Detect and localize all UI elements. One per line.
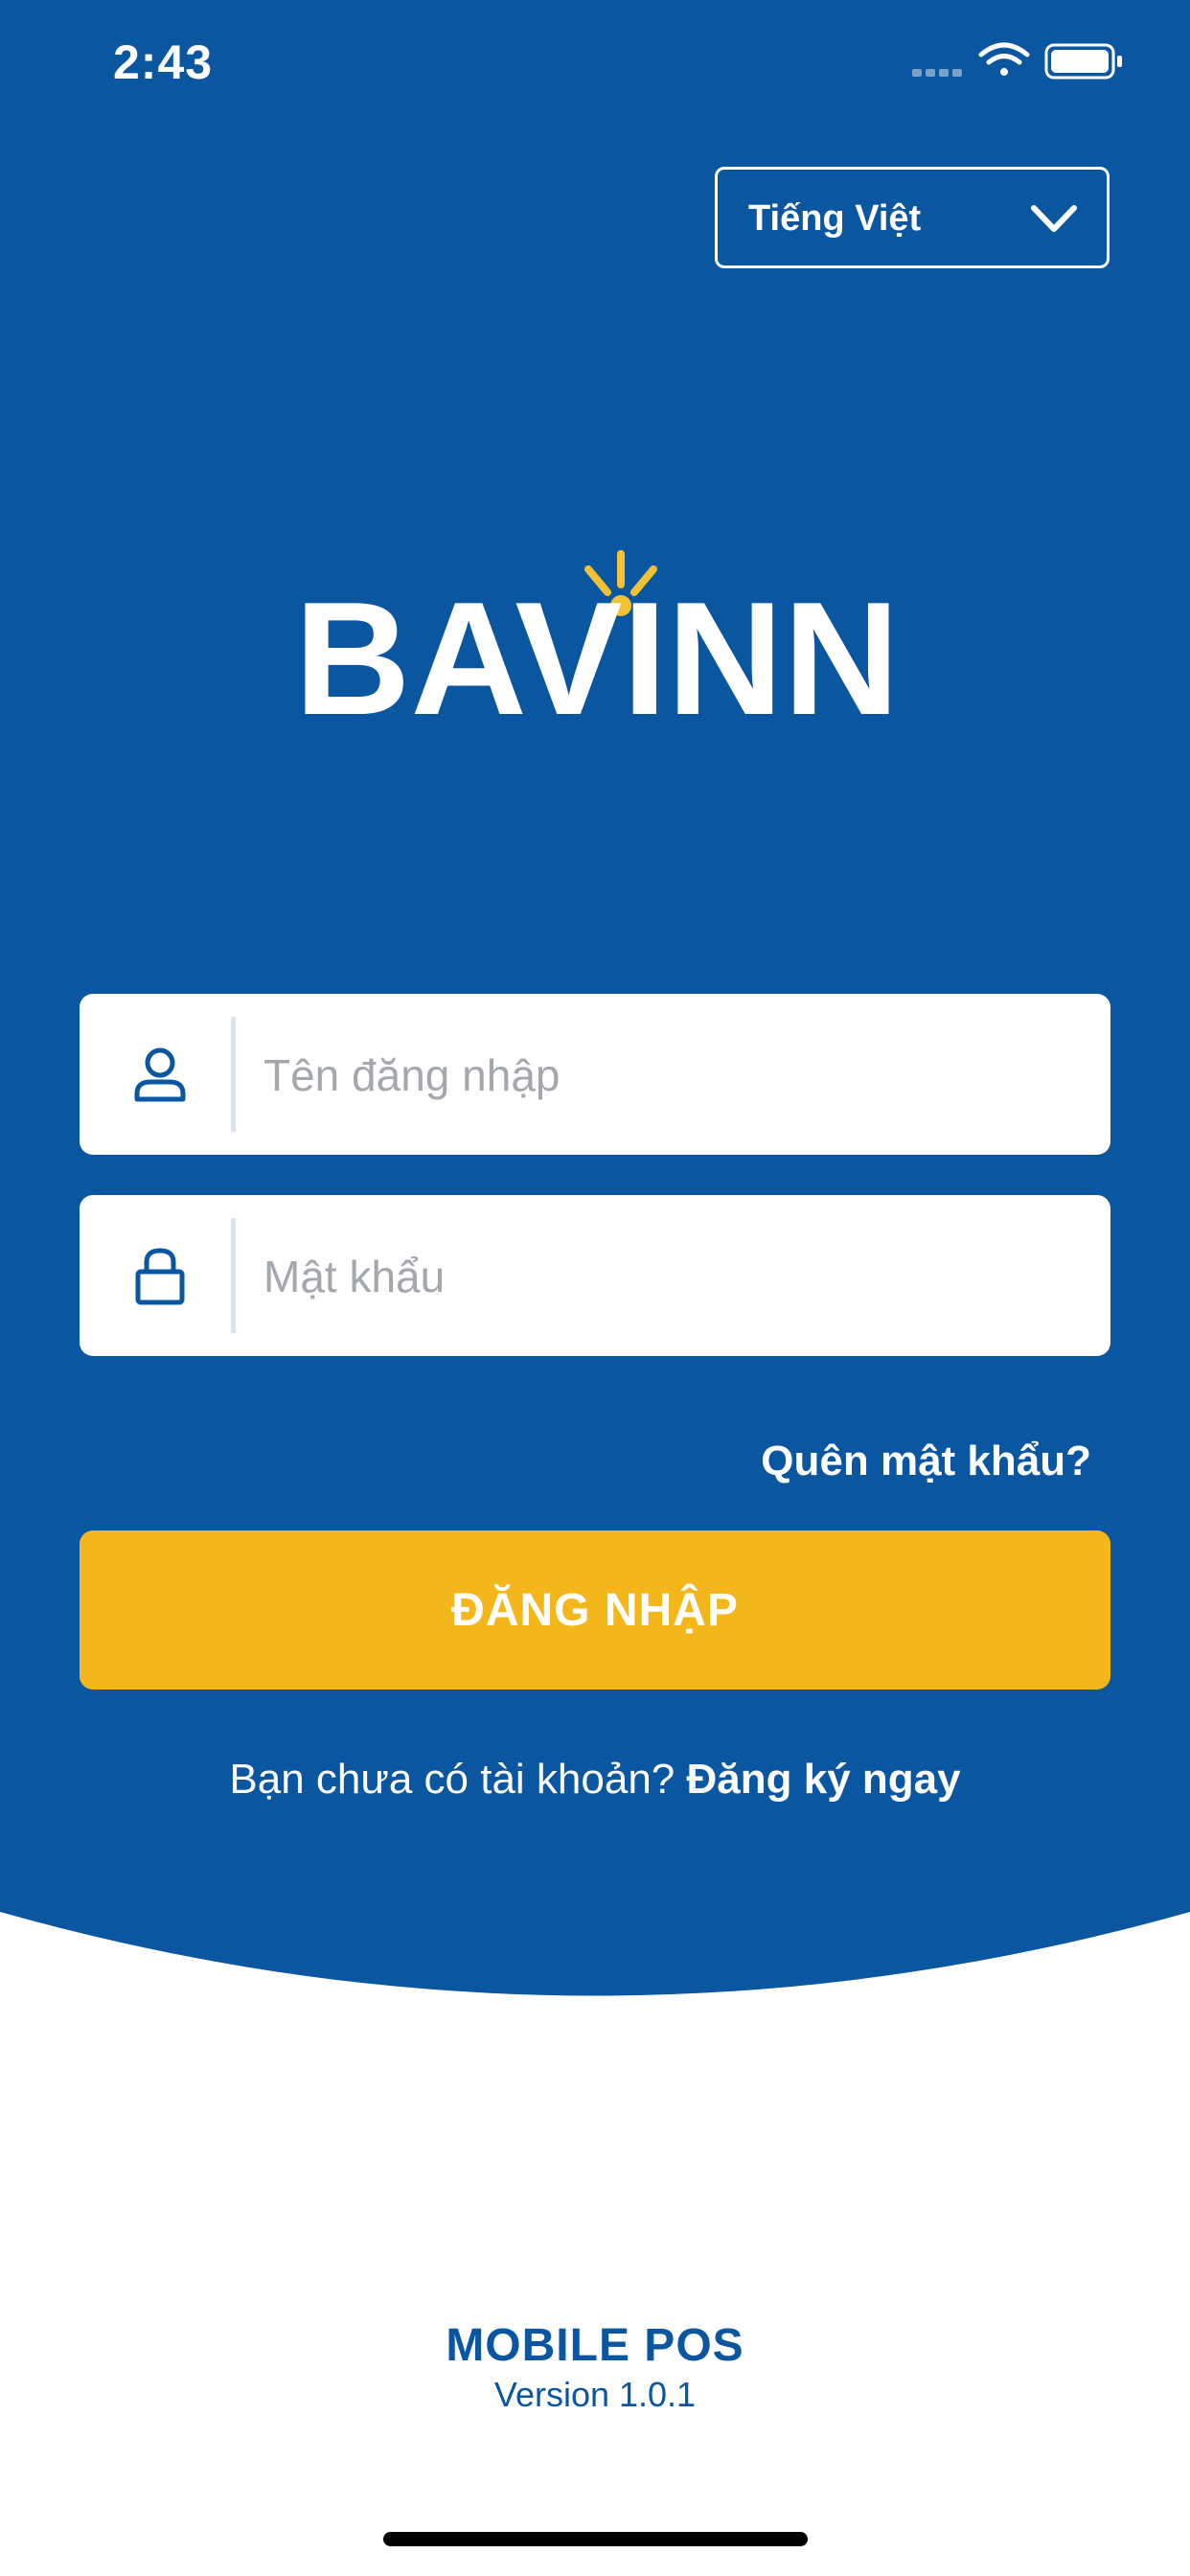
password-input[interactable]: [262, 1228, 1080, 1325]
lock-icon: [135, 1248, 185, 1305]
chevron-down-icon: [1031, 205, 1077, 232]
username-field[interactable]: [80, 994, 1110, 1155]
field-divider: [231, 1218, 236, 1333]
user-icon: [134, 1047, 186, 1102]
field-divider: [231, 1017, 236, 1132]
status-time: 2:43: [113, 35, 214, 89]
forgot-password-link[interactable]: Quên mật khẩu?: [761, 1438, 1091, 1485]
battery-icon: [1044, 43, 1122, 80]
status-bar: 2:43: [0, 0, 1190, 125]
register-row: Bạn chưa có tài khoản? Đăng ký ngay: [0, 1756, 1190, 1804]
app-version: Version 1.0.1: [493, 2375, 697, 2414]
app-name: MOBILE POS: [446, 2320, 744, 2371]
wifi-icon: [978, 42, 1030, 76]
language-select[interactable]: Tiếng Việt: [715, 167, 1110, 268]
register-link[interactable]: Đăng ký ngay: [687, 1756, 961, 1803]
login-button[interactable]: ĐĂNG NHẬP: [80, 1530, 1110, 1690]
home-indicator[interactable]: [383, 2532, 808, 2546]
language-select-value: Tiếng Việt: [748, 198, 922, 239]
signal-icon: [912, 69, 962, 77]
password-field[interactable]: [80, 1195, 1110, 1356]
register-prompt: Bạn chưa có tài khoản?: [229, 1756, 675, 1803]
bavinn-logo: BAVINN: [305, 550, 889, 728]
username-input[interactable]: [262, 1026, 1080, 1124]
logo-text: BAVINN: [305, 568, 889, 728]
status-icons: [912, 42, 1122, 80]
